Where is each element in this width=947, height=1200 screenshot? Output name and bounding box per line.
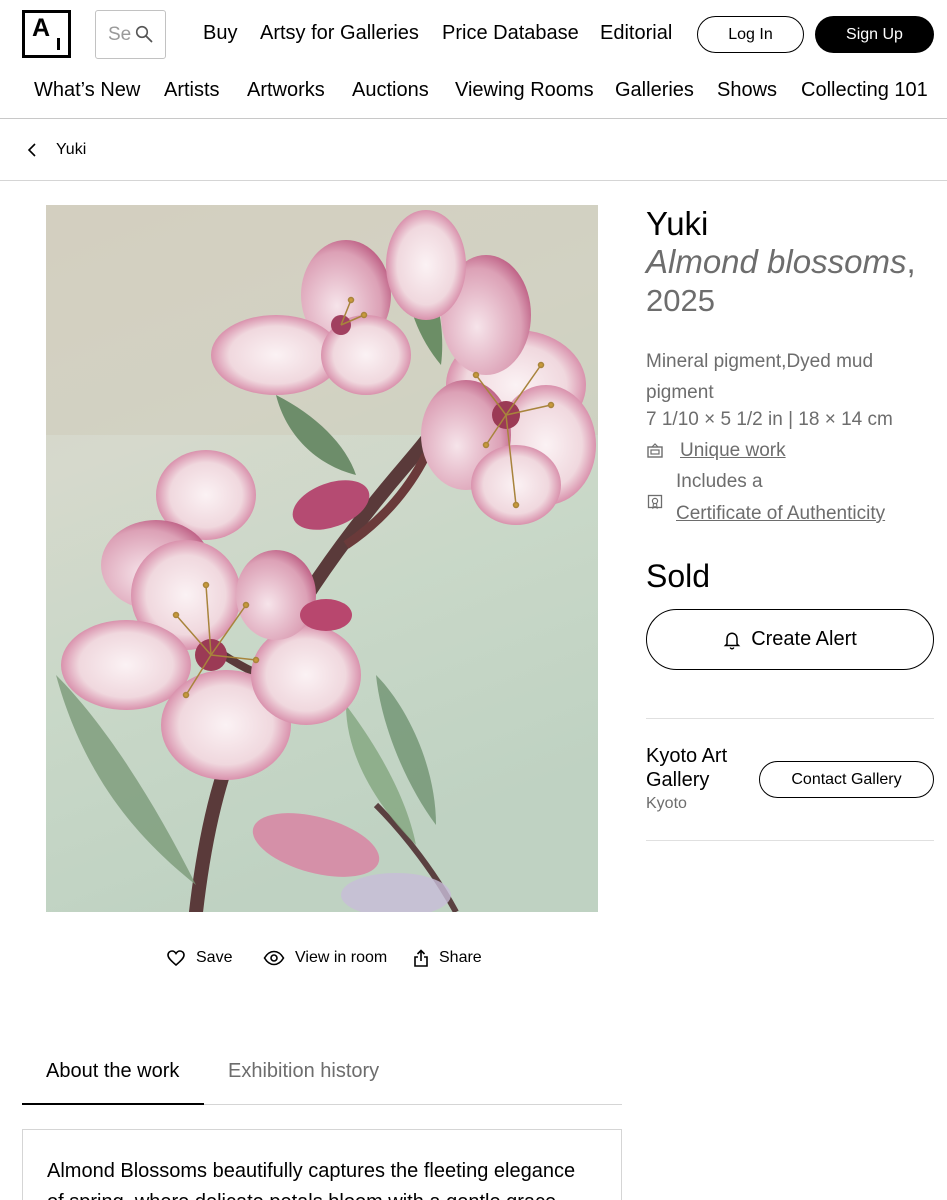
sale-status: Sold bbox=[646, 558, 711, 594]
header-divider bbox=[0, 118, 947, 119]
view-in-room-button[interactable]: View in room bbox=[263, 948, 387, 968]
subnav-shows[interactable]: Shows bbox=[717, 79, 777, 102]
search-icon[interactable] bbox=[135, 25, 153, 43]
nav-editorial[interactable]: Editorial bbox=[600, 22, 672, 45]
save-button[interactable]: Save bbox=[166, 948, 232, 968]
login-button[interactable]: Log In bbox=[697, 16, 804, 53]
subnav-artworks[interactable]: Artworks bbox=[247, 79, 325, 102]
share-button[interactable]: Share bbox=[413, 948, 482, 968]
save-label: Save bbox=[196, 949, 233, 966]
chevron-left-icon bbox=[27, 143, 36, 157]
nav-artsy-for-galleries[interactable]: Artsy for Galleries bbox=[260, 22, 419, 45]
subnav-whats-new[interactable]: What’s New bbox=[34, 79, 140, 102]
eye-icon bbox=[263, 950, 285, 966]
gallery-divider-top bbox=[646, 718, 934, 719]
frame-icon bbox=[647, 443, 663, 458]
artist-name[interactable]: Yuki bbox=[646, 205, 708, 243]
artsy-logo[interactable]: A bbox=[22, 10, 71, 58]
share-label: Share bbox=[439, 949, 482, 966]
nav-price-database[interactable]: Price Database bbox=[442, 22, 579, 45]
subnav-galleries[interactable]: Galleries bbox=[615, 79, 694, 102]
tab-about-the-work[interactable]: About the work bbox=[46, 1060, 179, 1083]
logo-mark bbox=[57, 38, 60, 50]
about-text: Almond Blossoms beautifully captures the… bbox=[47, 1160, 576, 1200]
about-the-work-panel: Almond Blossoms beautifully captures the… bbox=[22, 1129, 622, 1200]
certificate-prefix: Includes a bbox=[676, 471, 763, 492]
create-alert-button[interactable]: Create Alert bbox=[646, 609, 934, 670]
signup-button[interactable]: Sign Up bbox=[815, 16, 934, 53]
certificate-link[interactable]: Certificate of Authenticity bbox=[676, 503, 885, 525]
bell-icon bbox=[723, 631, 741, 650]
subnav-artists[interactable]: Artists bbox=[164, 79, 220, 102]
subnav-viewing-rooms[interactable]: Viewing Rooms bbox=[455, 79, 594, 102]
breadcrumb-divider bbox=[0, 180, 947, 181]
heart-icon bbox=[167, 950, 185, 967]
subnav-auctions[interactable]: Auctions bbox=[352, 79, 429, 102]
create-alert-label: Create Alert bbox=[751, 628, 857, 650]
artwork-title-text: Almond blossoms bbox=[646, 243, 907, 280]
rarity-row: Unique work bbox=[646, 440, 786, 462]
search-box[interactable] bbox=[95, 10, 166, 59]
contact-gallery-button[interactable]: Contact Gallery bbox=[759, 761, 934, 798]
subnav-collecting-101[interactable]: Collecting 101 bbox=[801, 79, 928, 102]
breadcrumb-label: Yuki bbox=[56, 141, 87, 158]
artwork-medium: Mineral pigment,Dyed mud pigment bbox=[646, 351, 874, 403]
logo-letter: A bbox=[32, 14, 51, 42]
breadcrumb-back[interactable]: Yuki bbox=[24, 138, 86, 162]
artwork-dimensions: 7 1/10 × 5 1/2 in | 18 × 14 cm bbox=[646, 409, 893, 430]
artwork-image[interactable] bbox=[46, 205, 598, 912]
share-icon bbox=[414, 949, 428, 967]
artwork-title: Almond blossoms, bbox=[646, 243, 916, 281]
title-comma: , bbox=[906, 243, 916, 280]
almond-blossom-painting bbox=[46, 205, 598, 912]
nav-buy[interactable]: Buy bbox=[203, 22, 237, 45]
view-in-room-label: View in room bbox=[295, 949, 388, 966]
gallery-location: Kyoto bbox=[646, 795, 687, 812]
gallery-divider-bottom bbox=[646, 840, 934, 841]
search-input[interactable] bbox=[96, 11, 132, 58]
gallery-name[interactable]: Kyoto Art Gallery bbox=[646, 744, 756, 792]
active-tab-indicator bbox=[22, 1103, 204, 1105]
tab-exhibition-history[interactable]: Exhibition history bbox=[228, 1060, 379, 1083]
certificate-icon bbox=[647, 494, 663, 510]
artwork-year: 2025 bbox=[646, 283, 715, 318]
unique-work-link[interactable]: Unique work bbox=[680, 440, 786, 462]
